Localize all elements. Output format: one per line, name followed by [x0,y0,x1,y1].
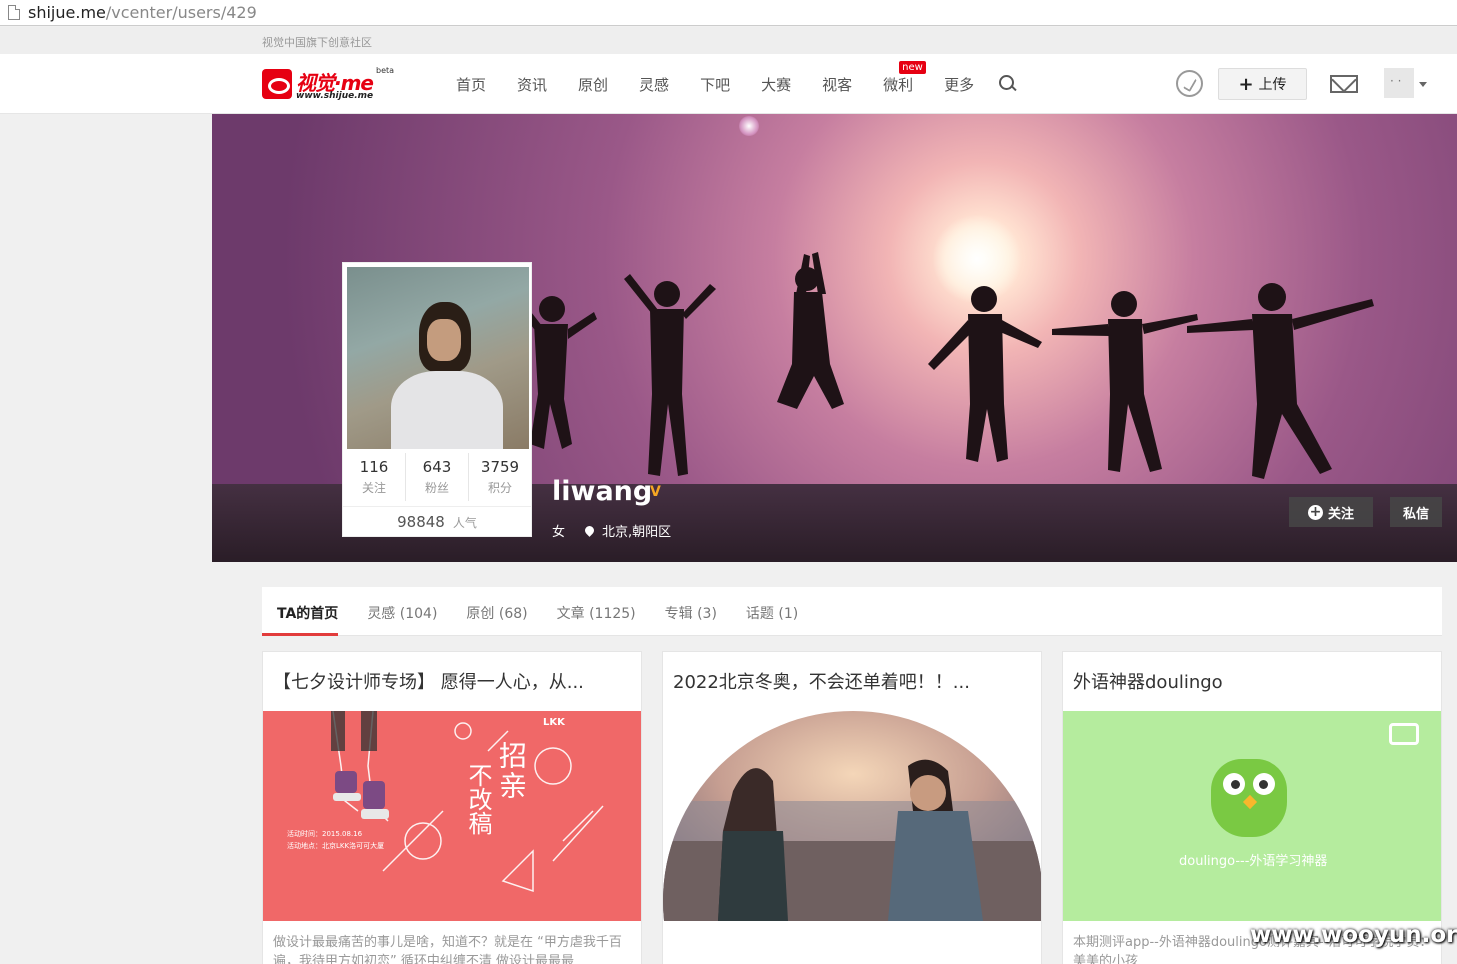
location-pin-icon [583,524,596,537]
stat-label: 积分 [487,481,512,495]
nav-item-weili-label: 微利 [883,76,914,94]
nav-item-contest[interactable]: 大赛 [761,74,791,95]
card-title[interactable]: 【七夕设计师专场】 愿得一人心，从... [263,652,641,710]
profile-info: 女 北京,朝阳区 [552,521,671,540]
message-label: 私信 [1402,506,1429,522]
url-path: /vcenter/users/429 [105,3,257,22]
poster-headline: 招亲 [495,741,528,801]
card-image[interactable]: LKK 招亲 不改稿 活动时间：2015.08.16 活动地点：北京LKK洛可可… [263,711,641,921]
poster-caption: doulingo---外语学习神器 [1179,854,1328,869]
message-button[interactable]: 私信 [1390,497,1442,527]
tab-original[interactable]: 原创 (68) [466,587,527,635]
profile-tabs: TA的首页 灵感 (104) 原创 (68) 文章 (1125) 专辑 (3) … [262,587,1442,636]
plus-icon: + [1238,73,1254,95]
card-image[interactable] [663,711,1041,921]
stat-label: 关注 [361,481,386,495]
photo-shirt [391,371,503,449]
main-nav: 首页 资讯 原创 灵感 下吧 大赛 视客 微利 new 更多 [456,61,1017,95]
nav-item-home[interactable]: 首页 [456,74,486,95]
tab-albums[interactable]: 专辑 (3) [665,587,717,635]
nav-item-download[interactable]: 下吧 [700,74,730,95]
tab-articles[interactable]: 文章 (1125) [557,587,636,635]
stat-value: 643 [422,458,452,476]
beta-label: beta [376,66,395,75]
site-logo[interactable]: 视觉·me www.shijue.me beta [262,66,402,106]
stat-value: 116 [359,458,389,476]
follow-label: 关注 [1327,506,1354,522]
nav-item-weili[interactable]: 微利 new [883,61,926,95]
stat-label: 粉丝 [424,481,449,495]
card-description: 做设计最最痛苦的事儿是啥，知道不？就是在 “甲方虐我千百遍，我待甲方如初恋” 循… [273,935,622,964]
plus-circle-icon: + [1307,503,1323,520]
url-text[interactable]: shijue.me/vcenter/users/429 [28,3,257,22]
verified-v-icon: V [650,484,661,500]
tab-inspiration[interactable]: 灵感 (104) [367,587,437,635]
poster-illustration [331,711,604,893]
stat-points[interactable]: 3759 积分 [469,453,531,501]
card-image[interactable]: doulingo---外语学习神器 [1063,711,1441,921]
article-card[interactable]: 2022北京冬奥，不会还单着吧！！... [662,651,1042,964]
phone-icon[interactable] [1176,70,1203,97]
article-card[interactable]: 【七夕设计师专场】 愿得一人心，从... LKK 招亲 不改稿 活动时间：201… [262,651,642,964]
mail-icon[interactable] [1330,75,1358,93]
nav-item-visitor[interactable]: 视客 [822,74,852,95]
new-badge: new [899,61,926,74]
poster-brand: LKK [543,717,565,728]
nav-item-more[interactable]: 更多 [944,74,974,95]
photo-face [427,319,461,361]
nav-item-original[interactable]: 原创 [578,74,608,95]
stat-following[interactable]: 116 关注 [343,453,406,501]
card-title[interactable]: 外语神器doulingo [1063,652,1441,710]
site-slogan: 视觉中国旗下创意社区 [262,36,372,49]
profile-stats: 116 关注 643 粉丝 3759 积分 [343,453,531,501]
eye-logo-icon [262,69,292,99]
top-strip: 视觉中国旗下创意社区 [0,27,1457,54]
upload-label: 上传 [1258,77,1287,93]
url-host: shijue.me [28,3,106,22]
navbar: 视觉·me www.shijue.me beta 首页 资讯 原创 灵感 下吧 … [0,54,1457,114]
popularity: 98848 人气 [343,506,531,531]
page-icon [8,5,20,20]
upload-button[interactable]: + 上传 [1218,68,1307,100]
poster-time: 活动时间：2015.08.16 [287,830,363,838]
stat-fans[interactable]: 643 粉丝 [406,453,469,501]
popularity-label: 人气 [452,516,477,530]
poster-location: 活动地点：北京LKK洛可可大厦 [287,842,385,850]
profile-location: 北京,朝阳区 [602,525,672,540]
couple-photo [663,711,1041,921]
nav-item-inspiration[interactable]: 灵感 [639,74,669,95]
search-icon[interactable] [999,75,1017,93]
card-title[interactable]: 2022北京冬奥，不会还单着吧！！... [663,652,1041,710]
popularity-value: 98848 [397,513,445,531]
profile-gender: 女 [552,525,566,540]
profile-card: 116 关注 643 粉丝 3759 积分 98848 人气 [342,262,532,537]
watermark: www.wooyun.org [1250,922,1457,948]
tab-home[interactable]: TA的首页 [277,587,338,635]
article-card[interactable]: 外语神器doulingo doulingo---外语学习神器 本期测评app--… [1062,651,1442,964]
tab-topics[interactable]: 话题 (1) [746,587,798,635]
user-avatar[interactable] [1384,68,1414,98]
address-bar[interactable]: shijue.me/vcenter/users/429 [0,0,1457,26]
stat-value: 3759 [480,458,520,476]
follow-button[interactable]: + 关注 [1289,497,1373,527]
poster-headline-2: 不改稿 [464,763,492,835]
profile-photo[interactable] [347,267,529,449]
nav-item-news[interactable]: 资讯 [517,74,547,95]
caret-down-icon[interactable] [1419,82,1427,87]
brand-mark-icon [1389,723,1419,745]
logo-domain: www.shijue.me [296,91,374,101]
active-tab-indicator [262,633,338,636]
profile-username: liwang [552,476,653,507]
